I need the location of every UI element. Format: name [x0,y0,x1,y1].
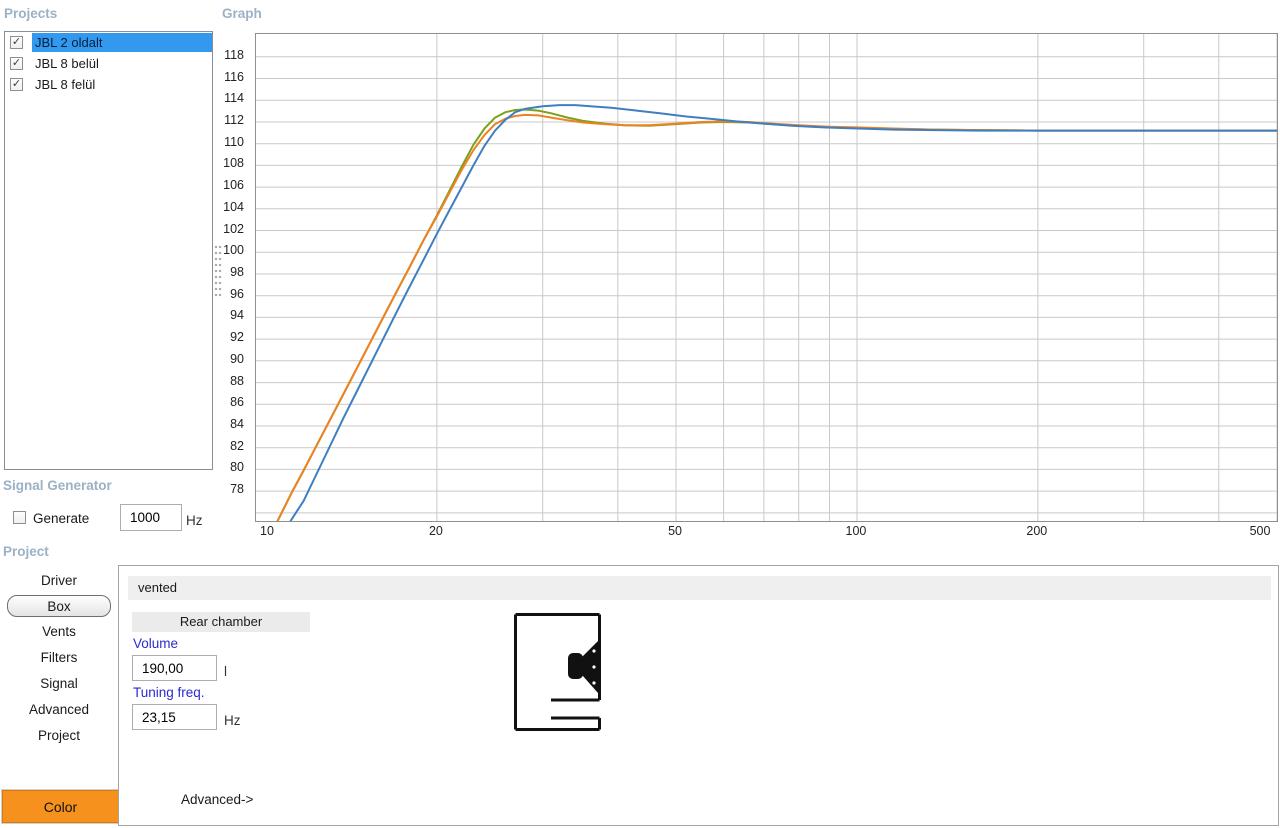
color-button-label: Color [43,798,78,815]
project-checkbox[interactable]: ✓ [10,57,23,70]
x-tick-label: 50 [668,524,682,538]
y-tick-label: 108 [223,156,244,171]
x-tick-label: 100 [845,524,867,538]
y-tick-label: 110 [224,134,244,149]
app-window: Projects ✓ JBL 2 oldalt ✓ JBL 8 belül ✓ … [0,0,1280,828]
x-tick-label: 10 [260,524,274,538]
box-settings-panel: vented Rear chamber Volume l Tuning freq… [118,565,1279,826]
check-icon: ✓ [11,36,22,48]
response-chart [256,34,1278,523]
y-tick-label: 84 [230,416,244,431]
response-chart-plot-area [255,33,1278,523]
tuning-freq-label: Tuning freq. [133,685,205,700]
tab-driver[interactable]: Driver [0,570,118,592]
tab-box[interactable]: Box [7,595,111,617]
project-item-label[interactable]: JBL 8 belül [32,54,212,73]
project-list-item[interactable]: ✓ JBL 8 felül [5,74,212,95]
y-tick-label: 112 [224,112,244,127]
y-tick-label: 106 [223,178,244,193]
y-tick-label: 78 [230,482,244,497]
panel-splitter-handle[interactable] [214,244,222,298]
y-tick-label: 92 [230,330,244,345]
x-tick-label: 500 [1249,524,1271,538]
tuning-freq-unit: Hz [224,713,241,728]
tab-vents[interactable]: Vents [0,621,118,643]
y-tick-label: 86 [230,395,244,410]
generate-checkbox[interactable] [13,511,26,524]
y-tick-label: 116 [224,69,244,84]
y-tick-label: 104 [223,199,244,214]
x-tick-label: 200 [1026,524,1048,538]
check-icon: ✓ [11,78,22,90]
generator-frequency-unit: Hz [186,513,203,528]
y-tick-label: 118 [224,47,244,62]
volume-input[interactable] [132,655,217,681]
color-button[interactable]: Color [2,790,119,823]
y-tick-label: 114 [224,91,244,106]
y-tick-label: 80 [230,460,244,475]
graph-section-title: Graph [222,6,262,21]
x-tick-label: 20 [428,524,443,538]
vented-box-diagram-icon [514,613,601,731]
rear-chamber-label: Rear chamber [132,612,310,632]
project-checkbox[interactable]: ✓ [10,78,23,91]
y-tick-label: 90 [230,351,244,366]
generate-label: Generate [33,511,90,526]
tab-advanced[interactable]: Advanced [0,699,118,721]
signal-generator-section-title: Signal Generator [3,478,112,493]
advanced-link[interactable]: Advanced-> [181,792,253,807]
y-tick-label: 88 [230,373,244,388]
y-tick-label: 94 [230,308,244,323]
project-item-label[interactable]: JBL 2 oldalt [32,33,212,52]
volume-unit: l [224,664,227,679]
project-list-item[interactable]: ✓ JBL 2 oldalt [5,32,212,53]
check-icon: ✓ [11,57,22,69]
projects-list[interactable]: ✓ JBL 2 oldalt ✓ JBL 8 belül ✓ JBL 8 fel… [4,31,213,470]
generator-frequency-input[interactable] [120,504,182,531]
volume-label: Volume [133,636,179,651]
y-tick-label: 82 [230,438,244,453]
y-tick-label: 102 [223,221,244,236]
project-checkbox[interactable]: ✓ [10,36,23,49]
tab-project[interactable]: Project [0,725,118,747]
tab-filters[interactable]: Filters [0,647,118,669]
tuning-freq-input[interactable] [132,704,217,730]
box-type-header[interactable]: vented [128,576,1271,600]
projects-section-title: Projects [4,6,58,21]
project-item-label[interactable]: JBL 8 felül [32,75,212,94]
project-section-title: Project [3,544,49,559]
project-list-item[interactable]: ✓ JBL 8 belül [5,53,212,74]
tab-signal[interactable]: Signal [0,673,118,695]
